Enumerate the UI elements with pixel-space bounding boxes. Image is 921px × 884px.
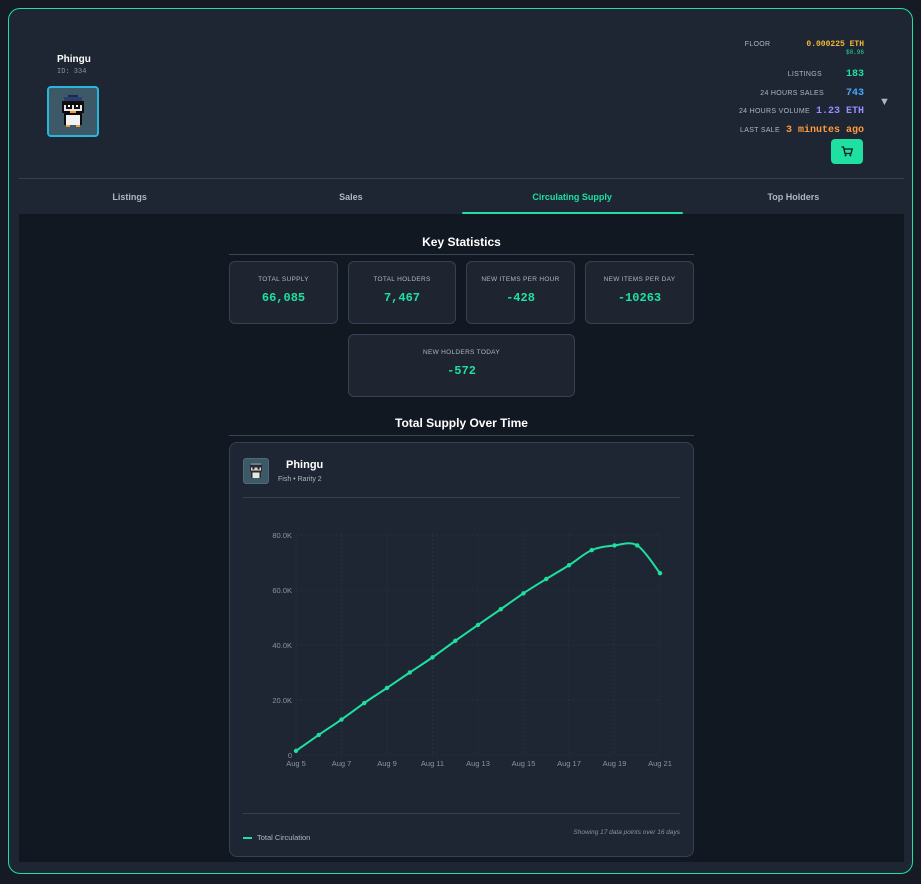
sales-value: 743 (845, 88, 864, 99)
x-tick-label: Aug 7 (332, 759, 352, 768)
y-tick-label: 40.0K (272, 641, 292, 650)
volume-row: 24 HOURS VOLUME 1.23 ETH (739, 106, 864, 117)
last-sale-row: LAST SALE 3 minutes ago (740, 125, 864, 136)
legend-label: Total Circulation (257, 833, 311, 842)
last-sale-value: 3 minutes ago (785, 125, 864, 136)
data-point (498, 607, 503, 612)
listings-value: 183 (845, 69, 864, 80)
nft-name: Phingu (57, 54, 91, 65)
tab-top-holders[interactable]: Top Holders (683, 179, 904, 214)
divider (243, 497, 680, 498)
x-tick-label: Aug 9 (377, 759, 397, 768)
supply-line-chart: 020.0K40.0K60.0K80.0KAug 5 Aug 7 Aug 9 Aug … (272, 531, 672, 768)
stat-card-new-items-hour: NEW ITEMS PER HOUR -428 (466, 261, 575, 324)
stat-card-label: NEW ITEMS PER HOUR (481, 276, 560, 283)
sales-row: 24 HOURS SALES 743 (760, 88, 864, 99)
tab-content: Key Statistics TOTAL SUPPLY 66,085 TOTAL… (19, 214, 904, 862)
data-point (430, 655, 435, 660)
data-point (635, 543, 640, 548)
data-point (453, 638, 458, 644)
floor-row: FLOOR 0.000225 ETH (745, 40, 864, 49)
item-subtitle: Fish • Rarity 2 (278, 476, 322, 483)
y-tick-label: 80.0K (272, 531, 292, 540)
floor-usd: $0.96 (845, 49, 864, 56)
stat-card-value: 7,467 (383, 291, 420, 305)
supply-chart-title: Total Supply Over Time (229, 416, 694, 436)
tab-sales[interactable]: Sales (240, 179, 461, 214)
penguin-pixel-icon (250, 463, 262, 478)
x-tick-label: Aug 13 (466, 759, 490, 768)
floor-label: FLOOR (744, 41, 771, 48)
y-tick-label: 60.0K (272, 586, 292, 595)
data-point (407, 670, 412, 675)
item-name: Phingu (286, 459, 324, 471)
floor-usd-row: $0.96 (846, 49, 864, 56)
data-point (384, 685, 390, 691)
data-point (293, 748, 299, 754)
stat-card-new-holders-today: NEW HOLDERS TODAY -572 (348, 334, 575, 397)
volume-label: 24 HOURS VOLUME (738, 108, 810, 115)
nft-id: ID: 334 (57, 68, 87, 76)
data-point (589, 547, 594, 553)
y-tick-label: 20.0K (272, 696, 292, 705)
stat-card-total-supply: TOTAL SUPPLY 66,085 (229, 261, 338, 324)
last-sale-label: LAST SALE (740, 127, 780, 134)
legend-swatch (243, 836, 252, 839)
tab-circulating-supply[interactable]: Circulating Supply (461, 179, 684, 214)
penguin-pixel-icon (62, 94, 84, 127)
app-frame: Phingu ID: 334 FLOOR 0.000225 ETH $0.96 … (8, 8, 913, 874)
data-point (475, 622, 481, 628)
stat-card-value: -428 (506, 291, 535, 305)
stat-card-value: -10263 (617, 291, 662, 305)
divider (243, 813, 680, 814)
floor-eth: 0.000225 ETH (806, 40, 864, 49)
collection-header: Phingu ID: 334 FLOOR 0.000225 ETH $0.96 … (9, 9, 912, 178)
buy-cart-button[interactable] (831, 139, 863, 164)
sales-label: 24 HOURS SALES (760, 90, 824, 97)
stat-card-label: TOTAL SUPPLY (258, 276, 309, 283)
stat-card-label: NEW HOLDERS TODAY (423, 349, 500, 356)
key-statistics-title: Key Statistics (229, 235, 694, 255)
data-point (566, 563, 572, 568)
supply-chart-panel: Phingu Fish • Rarity 2 0 20.0K 40.0K 60.0K 8… (229, 442, 694, 857)
volume-value: 1.23 ETH (815, 106, 864, 117)
stat-card-new-items-day: NEW ITEMS PER DAY -10263 (585, 261, 694, 324)
listings-label: LISTINGS (787, 71, 822, 78)
nft-thumbnail[interactable] (47, 86, 99, 137)
data-point (544, 576, 549, 582)
x-tick-label: Aug 21 (648, 759, 672, 768)
tab-listings[interactable]: Listings (19, 179, 240, 214)
stat-card-value: 66,085 (261, 291, 306, 305)
data-point (657, 571, 663, 576)
stat-card-label: NEW ITEMS PER DAY (603, 276, 676, 283)
x-tick-label: Aug 5 (286, 759, 306, 768)
x-tick-label: Aug 15 (512, 759, 536, 768)
data-point (521, 591, 526, 596)
data-point (612, 543, 617, 548)
data-point (362, 700, 367, 706)
chevron-down-icon[interactable]: ▼ (879, 96, 890, 108)
x-tick-label: Aug 11 (421, 759, 444, 768)
chart-footnote: Showing 17 data points over 16 days (573, 829, 680, 836)
stat-card-value: -572 (447, 364, 476, 378)
stat-card-label: TOTAL HOLDERS (373, 276, 431, 283)
tab-bar: Listings Sales Circulating Supply Top Ho… (19, 178, 904, 214)
x-tick-label: Aug 17 (557, 759, 581, 768)
listings-row: LISTINGS 183 (788, 69, 864, 80)
cart-icon (841, 146, 853, 157)
chart-legend[interactable]: Total Circulation (243, 833, 310, 842)
x-tick-label: Aug 19 (603, 759, 627, 768)
item-thumbnail (243, 458, 269, 484)
data-point (316, 732, 321, 738)
data-point (339, 717, 344, 722)
stat-card-total-holders: TOTAL HOLDERS 7,467 (348, 261, 456, 324)
